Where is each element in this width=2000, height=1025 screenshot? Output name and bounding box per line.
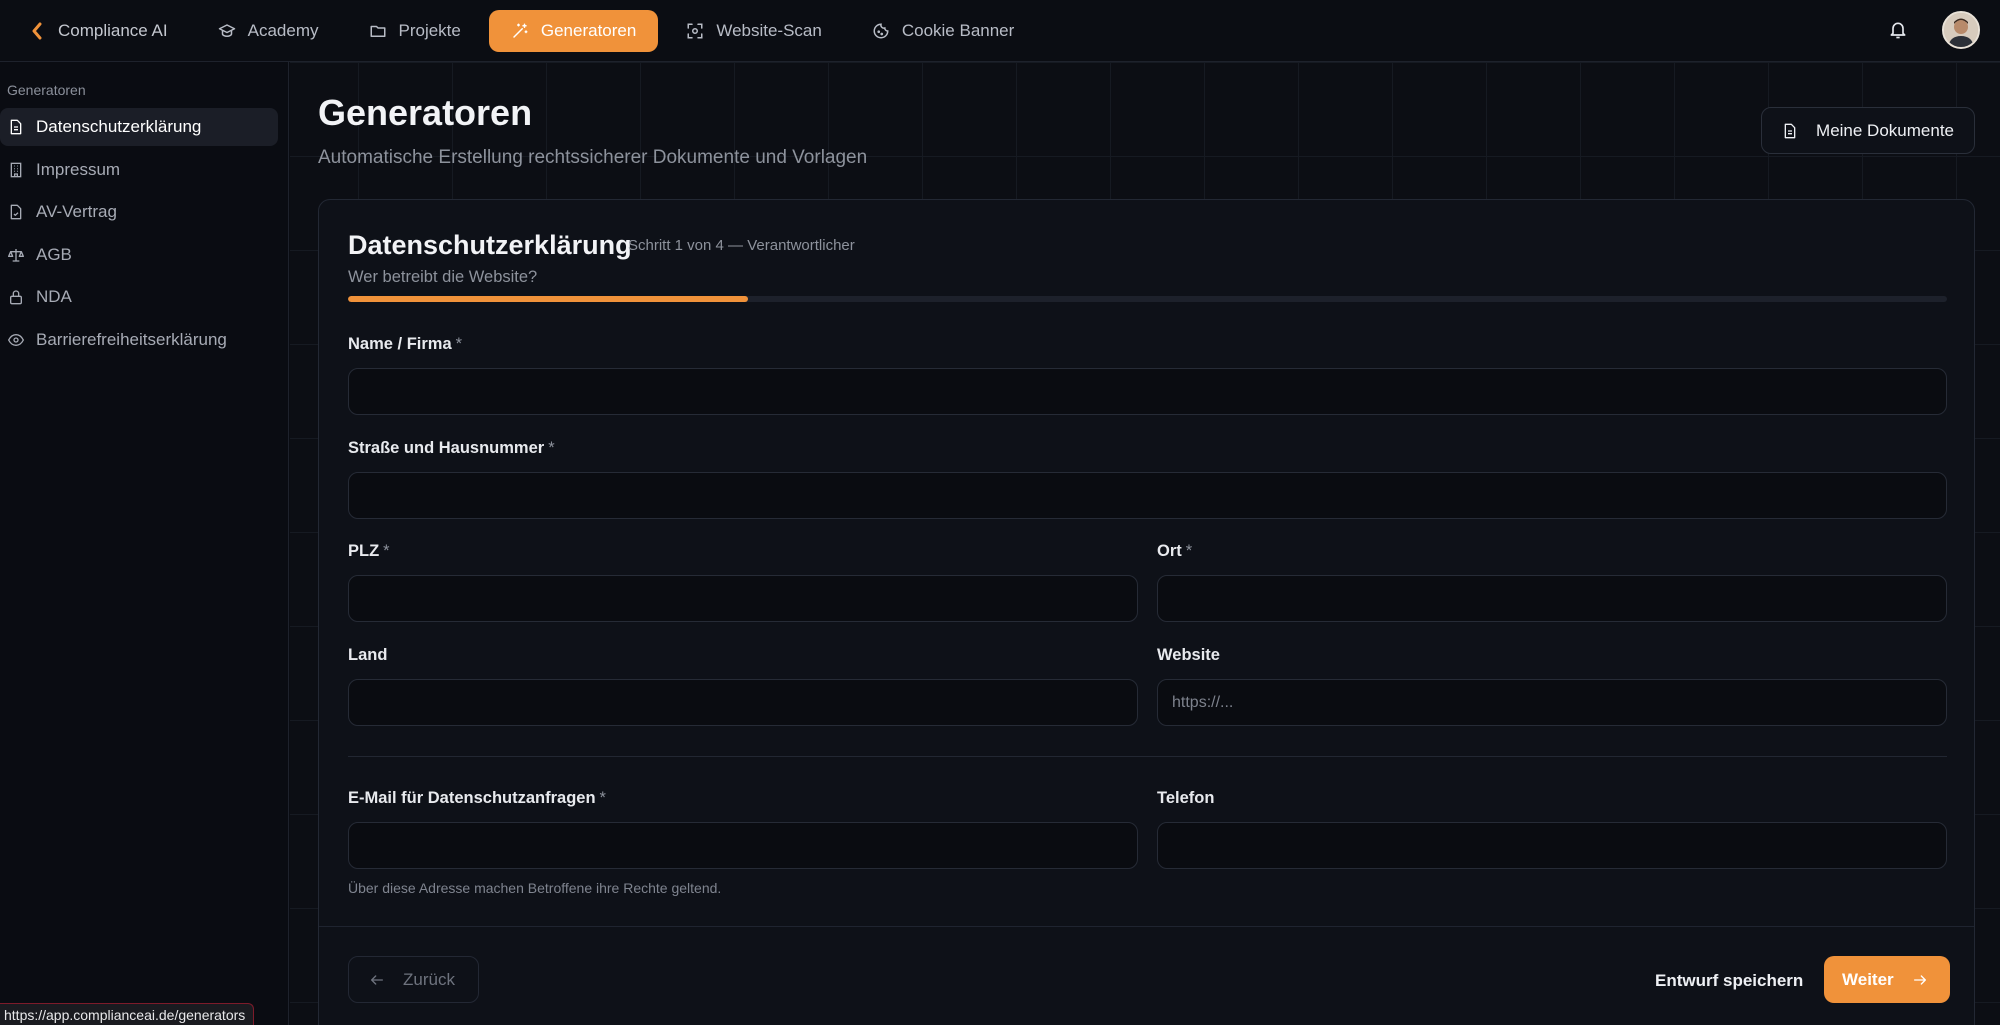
website-label: Website <box>1157 646 1220 664</box>
required-mark: * <box>1185 542 1193 560</box>
nav-label: Generatoren <box>540 20 637 40</box>
progress-bar-fill <box>348 296 748 302</box>
bell-icon <box>1890 22 1906 39</box>
street-input[interactable] <box>348 472 1947 519</box>
nav-label: Academy <box>247 20 319 40</box>
back-button[interactable]: Zurück <box>348 956 479 1003</box>
street-label: Straße und Hausnummer * <box>348 439 555 457</box>
required-mark: * <box>455 335 463 353</box>
user-avatar-icon <box>1944 13 1978 47</box>
zip-label: PLZ * <box>348 542 390 560</box>
nav-label: Projekte <box>398 20 461 40</box>
nav-label: Website-Scan <box>716 20 822 40</box>
file-check-icon <box>10 204 22 220</box>
nav-item-cookie-banner[interactable]: Cookie Banner <box>850 10 1036 52</box>
website-input[interactable] <box>1157 679 1947 726</box>
generator-form-card: Datenschutzerklärung Schritt 1 von 4 — V… <box>318 199 1975 1025</box>
sidebar: Generatoren Datenschutzerklärung Impress… <box>0 62 289 1025</box>
folder-icon <box>370 25 385 37</box>
form-divider <box>348 756 1947 757</box>
sidebar-item-label: NDA <box>36 287 72 306</box>
file-text-icon <box>10 119 22 135</box>
city-label: Ort * <box>1157 542 1193 560</box>
nav-item-website-scan[interactable]: Website-Scan <box>664 10 844 52</box>
nav-item-generatoren[interactable]: Generatoren <box>488 9 659 52</box>
nav-item-projekte[interactable]: Projekte <box>347 10 483 52</box>
avatar[interactable] <box>1942 11 1980 49</box>
form-step-indicator: Schritt 1 von 4 — Verantwortlicher <box>628 237 855 254</box>
email-hint: Über diese Adresse machen Betroffene ihr… <box>348 880 722 896</box>
sidebar-item-av-vertrag[interactable]: AV-Vertrag <box>0 193 278 231</box>
magic-wand-icon <box>513 23 528 38</box>
file-text-icon <box>1784 123 1796 138</box>
city-input[interactable] <box>1157 575 1947 622</box>
country-input[interactable] <box>348 679 1138 726</box>
sidebar-item-label: AV-Vertrag <box>36 202 117 221</box>
footer-divider <box>319 926 1974 927</box>
my-documents-label: Meine Dokumente <box>1816 120 1954 140</box>
sidebar-item-label: Datenschutzerklärung <box>36 117 202 136</box>
phone-input[interactable] <box>1157 822 1947 869</box>
building-icon <box>10 162 22 177</box>
sidebar-item-agb[interactable]: AGB <box>0 236 278 274</box>
nav-item-academy[interactable]: Academy <box>196 10 341 52</box>
my-documents-button[interactable]: Meine Dokumente <box>1761 107 1975 154</box>
required-mark: * <box>599 789 606 807</box>
next-label: Weiter <box>1842 969 1894 989</box>
scan-icon <box>687 23 703 38</box>
form-title: Datenschutzerklärung <box>348 230 632 260</box>
email-input[interactable] <box>348 822 1138 869</box>
page-title: Generatoren <box>318 92 533 133</box>
progress-bar <box>348 296 1947 302</box>
scale-icon <box>8 248 24 262</box>
sidebar-item-label: Impressum <box>36 159 121 179</box>
sidebar-heading: Generatoren <box>7 82 86 98</box>
notifications-button[interactable] <box>1878 10 1918 50</box>
required-mark: * <box>383 542 390 560</box>
save-draft-button[interactable]: Entwurf speichern <box>1655 971 1803 991</box>
sidebar-item-nda[interactable]: NDA <box>0 278 278 316</box>
form-description: Wer betreibt die Website? <box>348 268 538 286</box>
name-label: Name / Firma * <box>348 335 463 353</box>
country-label: Land <box>348 646 388 664</box>
sidebar-item-label: AGB <box>36 244 72 264</box>
status-bar-url: https://app.complianceai.de/generators <box>0 1003 255 1025</box>
required-mark: * <box>548 439 555 457</box>
sidebar-item-impressum[interactable]: Impressum <box>0 151 278 189</box>
sidebar-item-label: Barrierefreiheitserklärung <box>36 329 227 349</box>
arrow-right-icon <box>1913 974 1926 985</box>
zip-input[interactable] <box>348 575 1138 622</box>
arrow-left-icon <box>371 974 383 985</box>
phone-label: Telefon <box>1157 789 1215 807</box>
top-navigation: Compliance AI Academy Projekte Generator… <box>0 0 2000 62</box>
eye-icon <box>8 333 24 346</box>
lock-icon <box>10 290 22 305</box>
sidebar-item-datenschutzerklaerung[interactable]: Datenschutzerklärung <box>0 108 278 146</box>
top-right-actions <box>1878 10 1980 50</box>
main-content: Generatoren Automatische Erstellung rech… <box>290 62 2000 1025</box>
nav-label: Cookie Banner <box>901 20 1015 40</box>
graduation-cap-icon <box>218 23 235 37</box>
back-label: Compliance AI <box>58 20 168 40</box>
sidebar-item-barrierefreiheitserklaerung[interactable]: Barrierefreiheitserklärung <box>0 321 278 359</box>
back-to-compliance-ai[interactable]: Compliance AI <box>22 10 190 52</box>
next-button[interactable]: Weiter <box>1824 956 1950 1003</box>
page-subtitle: Automatische Erstellung rechtssicherer D… <box>318 147 868 168</box>
email-label: E-Mail für Datenschutzanfragen * <box>348 789 606 807</box>
cookie-icon <box>873 22 889 38</box>
name-input[interactable] <box>348 368 1947 415</box>
back-label: Zurück <box>403 969 455 989</box>
chevron-left-icon <box>32 22 42 39</box>
